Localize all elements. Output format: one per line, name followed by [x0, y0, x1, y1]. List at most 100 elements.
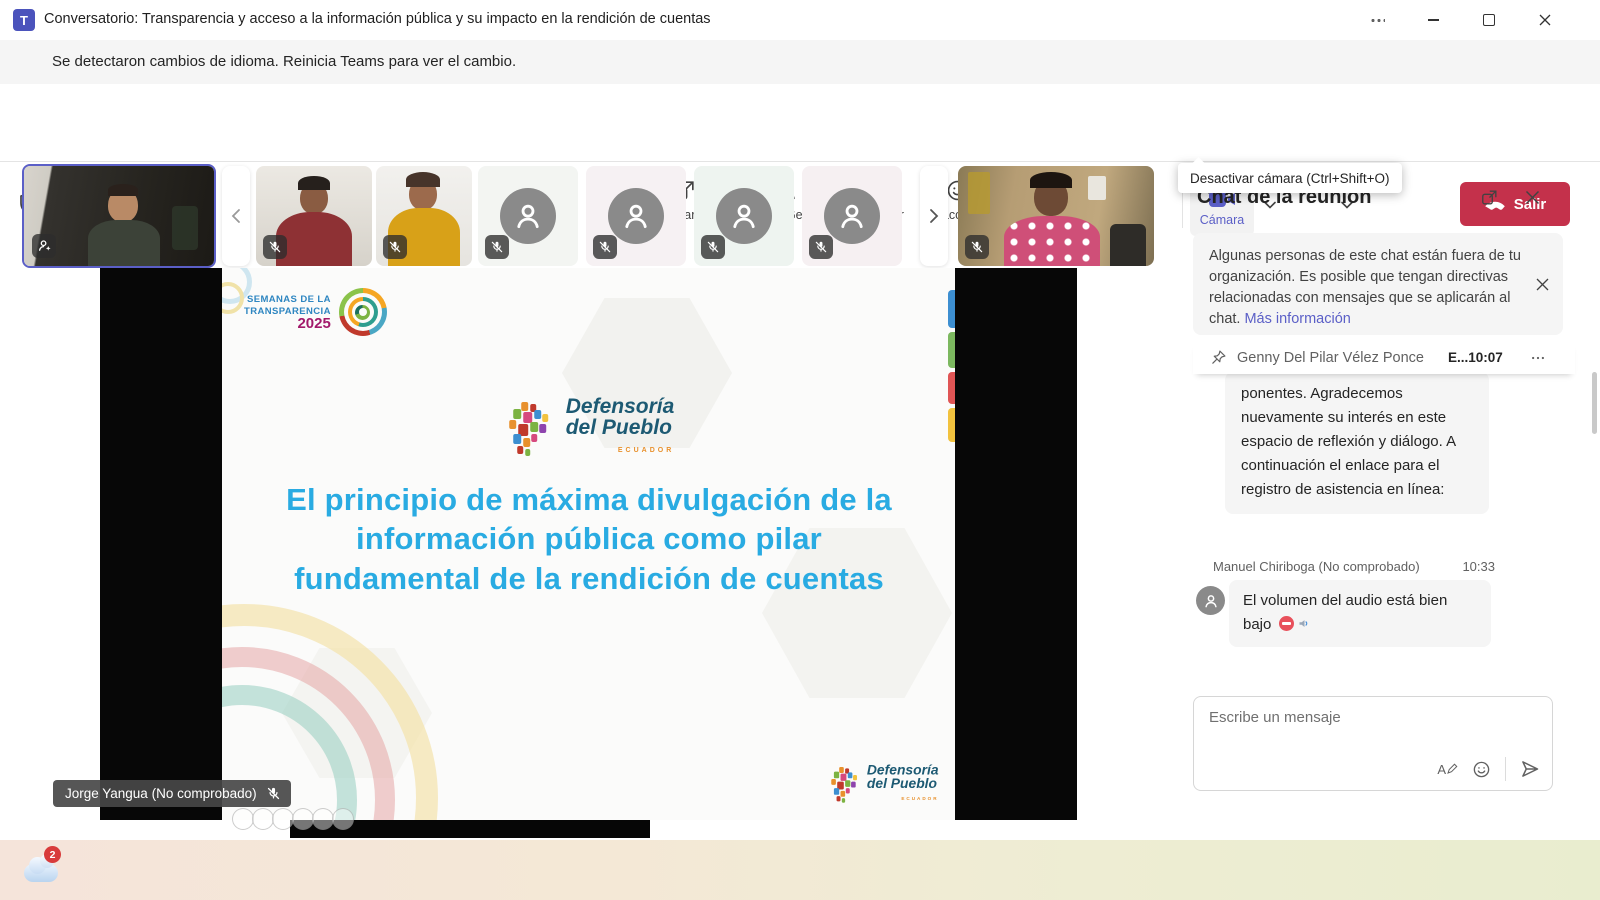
- chair: [1110, 224, 1146, 266]
- pinned-author: Genny Del Pilar Vélez Ponce: [1237, 350, 1424, 366]
- chat-scrollbar[interactable]: [1592, 372, 1597, 434]
- pinned-timestamp: E...10:07: [1448, 350, 1503, 365]
- minimize-icon: [1428, 19, 1439, 20]
- chat-close-icon[interactable]: [1524, 189, 1541, 206]
- minimize-button[interactable]: [1408, 0, 1458, 40]
- maximize-button[interactable]: [1464, 0, 1514, 40]
- tooltip-text: Desactivar cámara (Ctrl+Shift+O): [1190, 171, 1390, 186]
- pin-icon: [1210, 349, 1227, 366]
- chevron-right-icon: [929, 208, 939, 224]
- strip-scroll-right[interactable]: [920, 166, 948, 266]
- video-tile-participant[interactable]: [256, 166, 372, 266]
- rings-logo: [339, 288, 387, 336]
- event-logo-line1: SEMANAS DE LA: [244, 294, 331, 306]
- language-change-banner: Se detectaron cambios de idioma. Reinici…: [0, 40, 1600, 85]
- mic-muted-badge: [485, 235, 509, 259]
- slideshow-prev-control[interactable]: [232, 808, 254, 830]
- avatar: [608, 188, 664, 244]
- avatar: [824, 188, 880, 244]
- message-text: El volumen del audio está bien bajo: [1243, 592, 1447, 633]
- background-effects-badge: [32, 234, 56, 258]
- person-torso: [88, 220, 160, 266]
- video-tile-avatar[interactable]: [802, 166, 902, 266]
- defensoria-logo-small: Defensoría del Pueblo ECUADOR: [828, 763, 939, 806]
- strip-scroll-left[interactable]: [222, 166, 250, 266]
- slideshow-zoom-control[interactable]: [312, 808, 334, 830]
- person-sparkle-icon: [37, 238, 52, 253]
- format-icon[interactable]: A: [1437, 762, 1458, 777]
- shared-slide: SEMANAS DE LA TRANSPARENCIA 2025: [222, 268, 955, 820]
- banner-text: Se detectaron cambios de idioma. Reinici…: [52, 53, 516, 70]
- weather-widget[interactable]: 2: [22, 850, 66, 890]
- mic-muted-badge: [701, 235, 725, 259]
- org-name-line1: Defensoría: [867, 763, 939, 777]
- send-icon[interactable]: [1520, 759, 1540, 779]
- notice-text: Algunas personas de este chat están fuer…: [1209, 246, 1521, 330]
- more-dots-icon: [1370, 19, 1385, 22]
- message-author: Manuel Chiriboga (No comprobado): [1213, 559, 1420, 574]
- teams-logo-icon: T: [13, 9, 35, 31]
- teams-meeting-window: T Conversatorio: Transparencia y acceso …: [0, 0, 1600, 900]
- camera-tooltip: Desactivar cámara (Ctrl+Shift+O): [1178, 163, 1402, 193]
- title-bar: T Conversatorio: Transparencia y acceso …: [0, 0, 1600, 41]
- mic-muted-badge: [263, 235, 287, 259]
- composer-divider: [1505, 757, 1506, 781]
- titlebar-more-button[interactable]: [1352, 0, 1402, 40]
- paper: [1088, 176, 1106, 200]
- ecuador-map-icon: [828, 765, 864, 803]
- video-tile-avatar[interactable]: [586, 166, 686, 266]
- ecuador-map-icon: [503, 400, 557, 458]
- message-options-icon[interactable]: [1529, 349, 1547, 367]
- video-tile-avatar[interactable]: [478, 166, 578, 266]
- pinned-message-bubble: ponentes. Agradecemos nuevamente su inte…: [1225, 372, 1489, 514]
- org-country: ECUADOR: [566, 440, 675, 461]
- mic-muted-icon: [266, 786, 281, 801]
- slideshow-grid-control[interactable]: [292, 808, 314, 830]
- message-bubble: El volumen del audio está bien bajo: [1229, 580, 1491, 647]
- message-composer: A: [1193, 696, 1553, 791]
- poster: [968, 172, 990, 214]
- person-hair: [1030, 172, 1072, 188]
- window-title: Conversatorio: Transparencia y acceso a …: [44, 11, 711, 27]
- avatar: [500, 188, 556, 244]
- video-tile-avatar[interactable]: [694, 166, 794, 266]
- decor-bar-blue: [948, 290, 955, 328]
- defensoria-logo: Defensoría del Pueblo ECUADOR: [503, 396, 675, 461]
- decor-bar-red: [948, 372, 955, 404]
- message-meta-row: Manuel Chiriboga (No comprobado) 10:33: [1213, 559, 1495, 574]
- meeting-toolbar: 02:37:01 Separar Chat 792 Gente P: [0, 84, 1600, 162]
- more-info-link[interactable]: Más información: [1244, 311, 1350, 327]
- slideshow-pointer-control[interactable]: [252, 808, 274, 830]
- notice-close-icon[interactable]: [1535, 277, 1550, 292]
- close-icon: [1539, 14, 1551, 26]
- avatar: [716, 188, 772, 244]
- pinned-message-text: ponentes. Agradecemos nuevamente su inte…: [1241, 385, 1455, 498]
- event-logo-year: 2025: [244, 318, 331, 330]
- message-avatar: [1196, 586, 1225, 615]
- decor-bar-green: [948, 332, 955, 368]
- decor-bar-yellow: [948, 408, 955, 442]
- person-torso: [1004, 216, 1100, 266]
- chat-popout-icon[interactable]: [1480, 188, 1499, 207]
- message-time: 10:33: [1462, 559, 1495, 574]
- slideshow-pen-control[interactable]: [272, 808, 294, 830]
- video-tile-active-speaker[interactable]: [22, 164, 216, 268]
- video-tile-participant[interactable]: [376, 166, 472, 266]
- plant: [172, 206, 198, 250]
- person-hair: [406, 172, 440, 187]
- windows-taskbar: 2: [0, 840, 1600, 900]
- speaker-name: Jorge Yangua (No comprobado): [65, 786, 257, 801]
- maximize-icon: [1483, 14, 1495, 26]
- chevron-left-icon: [231, 208, 241, 224]
- no-entry-emoji: [1279, 616, 1294, 631]
- speaker-name-label: Jorge Yangua (No comprobado): [53, 780, 291, 807]
- emoji-icon[interactable]: [1472, 760, 1491, 779]
- mic-muted-badge: [383, 235, 407, 259]
- person-hair: [108, 184, 138, 196]
- person-torso: [276, 212, 352, 266]
- slideshow-more-control[interactable]: [332, 808, 354, 830]
- leave-button[interactable]: Salir: [1460, 182, 1570, 226]
- close-window-button[interactable]: [1520, 0, 1570, 40]
- message-input[interactable]: [1207, 707, 1511, 761]
- video-tile-participant[interactable]: [958, 166, 1154, 266]
